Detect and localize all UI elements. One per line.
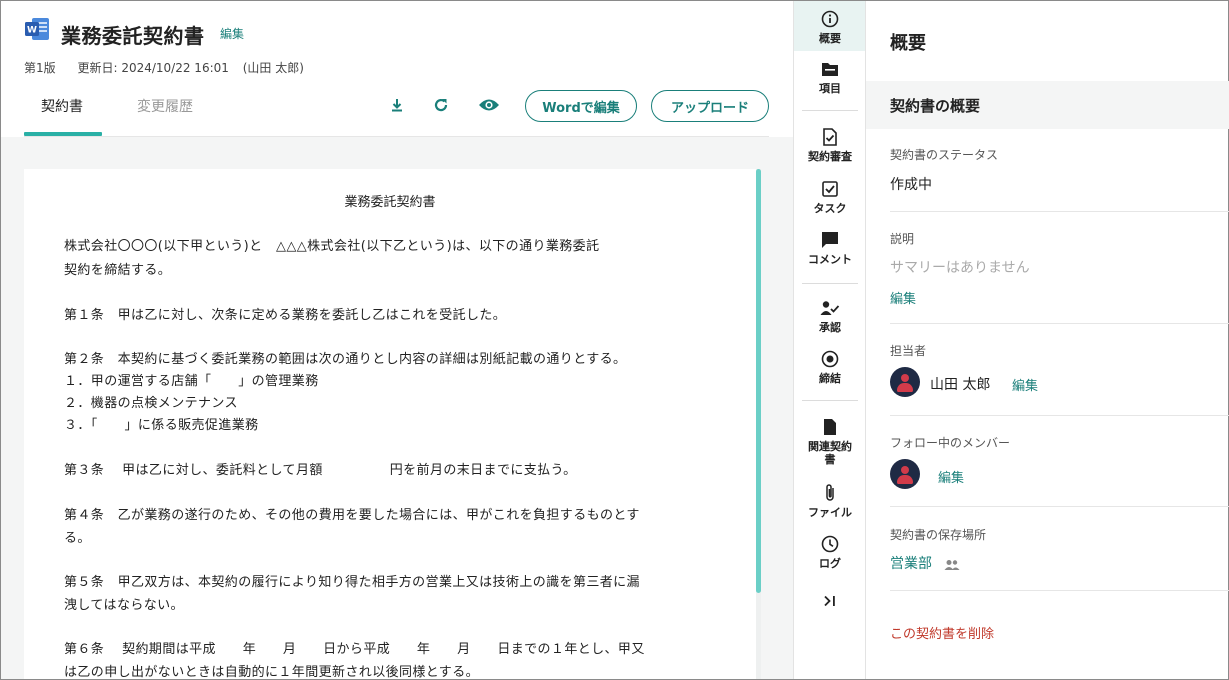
document-title: 業務委託契約書: [61, 24, 205, 48]
document-header: W 業務委託契約書 編集 第1版 更新日: 2024/10/22 16:01 (…: [1, 1, 793, 137]
storage-label: 契約書の保存場所: [890, 528, 987, 542]
download-button[interactable]: [385, 93, 409, 117]
followers-edit-link[interactable]: 編集: [938, 467, 964, 486]
section-title: 契約書の概要: [890, 97, 981, 115]
assignee-edit-link[interactable]: 編集: [1012, 375, 1038, 394]
version-text: 第1版: [24, 61, 56, 75]
doc-line: 洩してはならない。: [64, 598, 184, 613]
document-meta: 第1版 更新日: 2024/10/22 16:01 (山田 太郎): [24, 59, 322, 76]
doc-line: 第４条 乙が業務の遂行のため、その他の費用を要した場合には、甲がこれを負担するも…: [64, 508, 640, 523]
related-doc-icon: [820, 417, 840, 437]
follower-avatar: [890, 459, 920, 489]
doc-line: ３．「 」に係る販売促進業務: [64, 418, 259, 433]
refresh-icon: [434, 98, 448, 112]
checkbox-icon: [820, 179, 840, 199]
rail-tasks[interactable]: タスク: [794, 179, 866, 219]
rail-fields[interactable]: 項目: [794, 59, 866, 99]
section-header: 契約書の概要: [866, 81, 1229, 129]
download-icon: [392, 99, 402, 112]
doc-line: 契約を締結する。: [64, 263, 172, 278]
rail-execution[interactable]: 締結: [794, 349, 866, 389]
title-edit-link[interactable]: 編集: [220, 25, 244, 42]
word-edit-button[interactable]: Wordで編集: [525, 90, 637, 122]
target-icon: [820, 349, 840, 369]
doc-scrollbar-thumb[interactable]: [756, 169, 761, 593]
doc-line: ２．機器の点検メンテナンス: [64, 396, 238, 411]
info-icon: [820, 9, 840, 29]
refresh-button[interactable]: [429, 93, 453, 117]
header-divider: [24, 136, 769, 137]
divider: [890, 211, 1229, 212]
description-label: 説明: [890, 232, 915, 246]
rail-related-contracts[interactable]: 関連契約書: [794, 417, 866, 469]
doc-line: 第１条 甲は乙に対し、次条に定める業務を委託し乙はこれを受託した。: [64, 308, 507, 323]
folder-icon: [820, 59, 840, 79]
overview-panel: 概要 契約書の概要 契約書のステータス 作成中 説明 サマリーはありません 編集…: [865, 1, 1229, 679]
description-value: サマリーはありません: [890, 260, 1030, 276]
rail-log[interactable]: ログ: [794, 534, 866, 574]
tab-contract[interactable]: 契約書: [41, 96, 83, 116]
svg-text:W: W: [27, 26, 37, 36]
doc-line: は乙の申し出がないときは自動的に１年間更新され以後同様とする。: [64, 665, 480, 679]
rail-divider: [802, 110, 858, 111]
user-check-icon: [820, 298, 840, 318]
delete-contract-link[interactable]: この契約書を削除: [890, 623, 994, 642]
rail-approval[interactable]: 承認: [794, 298, 866, 338]
document-preview: 業務委託契約書 株式会社〇〇〇(以下甲という)と △△△株式会社(以下乙という)…: [24, 169, 756, 679]
updated-text: 更新日: 2024/10/22 16:01: [77, 61, 229, 75]
rail-files[interactable]: ファイル: [794, 483, 866, 523]
status-value: 作成中: [890, 177, 932, 193]
divider: [890, 506, 1229, 507]
doc-heading: 業務委託契約書: [344, 195, 436, 210]
rail-comments[interactable]: コメント: [794, 230, 866, 270]
doc-line: 第２条 本契約に基づく委託業務の範囲は次の通りとし内容の詳細は別紙記載の通りとす…: [64, 352, 627, 367]
comment-icon: [820, 230, 840, 250]
tab-history[interactable]: 変更履歴: [137, 96, 193, 116]
rail-divider: [802, 400, 858, 401]
divider: [890, 323, 1229, 324]
doc-line: 第３条 甲は乙に対し、委託料として月額 円を前月の末日までに支払う。: [64, 463, 577, 478]
rail-review[interactable]: 契約審査: [794, 127, 866, 167]
doc-line: 第６条 契約期間は平成 年 月 日から平成 年 月 日までの１年とし、甲又: [64, 642, 645, 657]
storage-link[interactable]: 営業部: [890, 553, 932, 573]
doc-line: １．甲の運営する店舗「 」の管理業務: [64, 374, 319, 389]
group-icon: [944, 556, 960, 575]
description-edit-link[interactable]: 編集: [890, 288, 916, 307]
doc-line: 第５条 甲乙双方は、本契約の履行により知り得た相手方の営業上又は技術上の識を第三…: [64, 575, 640, 590]
word-file-icon: W: [23, 15, 51, 43]
collapse-panel-icon: [820, 591, 840, 611]
assignee-avatar: [890, 367, 920, 397]
side-icon-rail: 概要 項目 契約審査 タスク コメント 承認 締結 関連契約書 ファイル ログ: [793, 1, 866, 679]
rail-divider: [802, 283, 858, 284]
assignee-label: 担当者: [890, 344, 927, 358]
followers-label: フォロー中のメンバー: [890, 436, 1011, 450]
doc-line: 株式会社〇〇〇(以下甲という)と △△△株式会社(以下乙という)は、以下の通り業…: [64, 239, 600, 254]
status-label: 契約書のステータス: [890, 148, 999, 162]
assignee-name: 山田 太郎: [930, 377, 991, 393]
divider: [890, 590, 1229, 591]
clock-icon: [820, 534, 840, 554]
preview-button[interactable]: [477, 93, 501, 117]
review-doc-icon: [820, 127, 840, 147]
divider: [890, 415, 1229, 416]
panel-title: 概要: [890, 33, 926, 54]
doc-line: る。: [64, 531, 91, 546]
paperclip-icon: [820, 483, 840, 503]
collapse-panel-button[interactable]: [794, 591, 866, 615]
updated-by-text: (山田 太郎): [242, 61, 304, 75]
upload-button[interactable]: アップロード: [651, 90, 769, 122]
eye-icon: [479, 99, 499, 111]
main-area: W 業務委託契約書 編集 第1版 更新日: 2024/10/22 16:01 (…: [1, 1, 793, 679]
rail-overview[interactable]: 概要: [794, 1, 866, 51]
